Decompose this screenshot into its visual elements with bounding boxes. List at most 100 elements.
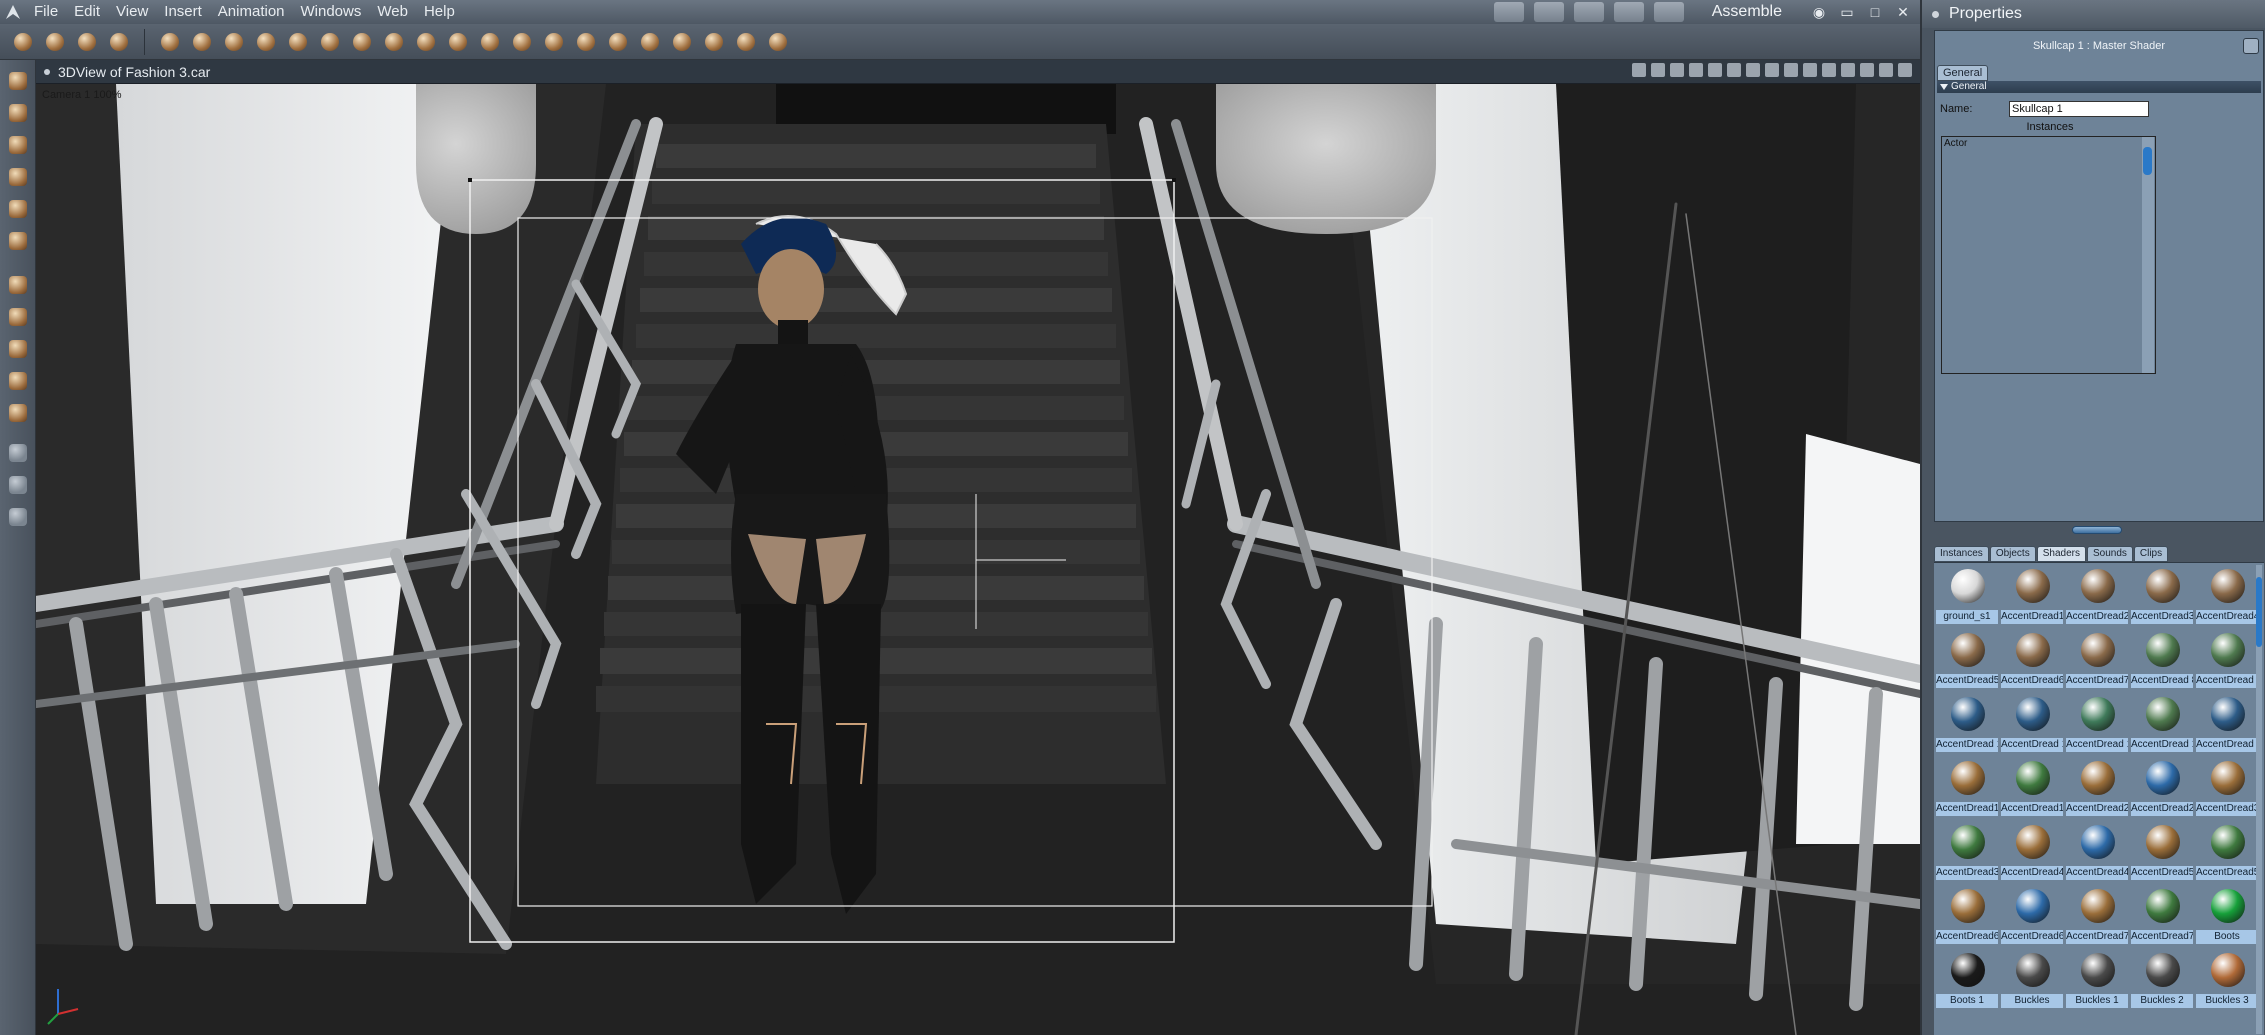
rotate-icon[interactable]: [5, 132, 31, 158]
light-icon[interactable]: [1803, 63, 1817, 77]
plane-icon[interactable]: [413, 29, 439, 55]
shader-item[interactable]: AccentDread21: [2066, 757, 2128, 819]
move-yz-icon[interactable]: [5, 336, 31, 362]
target-icon[interactable]: [733, 29, 759, 55]
menu-insert[interactable]: Insert: [156, 0, 210, 24]
menu-help[interactable]: Help: [416, 0, 463, 24]
shader-item[interactable]: AccentDread3: [2131, 565, 2193, 627]
tab-clips[interactable]: Clips: [2133, 546, 2169, 562]
layout-two-icon[interactable]: [1727, 63, 1741, 77]
panel-splitter[interactable]: [2072, 526, 2122, 534]
scroll-thumb[interactable]: [2256, 577, 2262, 647]
3d-viewport[interactable]: Camera 1 100%: [36, 84, 1920, 1035]
preview-render-icon[interactable]: [1898, 63, 1912, 77]
menu-animation[interactable]: Animation: [210, 0, 293, 24]
viewport-menu-icon[interactable]: [44, 68, 50, 75]
hand-icon[interactable]: [42, 29, 68, 55]
texture-shaded-icon[interactable]: [1879, 63, 1893, 77]
name-field[interactable]: [2009, 101, 2149, 117]
mesh-icon[interactable]: [509, 29, 535, 55]
shader-item[interactable]: AccentDread41: [2066, 821, 2128, 883]
paint-icon[interactable]: [5, 228, 31, 254]
layout-single-icon[interactable]: [1708, 63, 1722, 77]
network-icon[interactable]: [701, 29, 727, 55]
egg-icon[interactable]: [573, 29, 599, 55]
shader-item[interactable]: AccentDread71: [2131, 885, 2193, 947]
move-xy-icon[interactable]: [5, 272, 31, 298]
shader-item[interactable]: AccentDread31: [2196, 757, 2258, 819]
camera-icon[interactable]: [5, 440, 31, 466]
shader-item[interactable]: AccentDread7: [2066, 885, 2128, 947]
scroll-thumb[interactable]: [2143, 147, 2152, 175]
eye-icon[interactable]: ◉: [1810, 3, 1828, 21]
shader-item[interactable]: AccentDread51: [2196, 821, 2258, 883]
shader-item[interactable]: AccentDread 1: [2066, 693, 2128, 755]
shader-item[interactable]: AccentDread61: [1936, 885, 1998, 947]
shader-item[interactable]: AccentDread1: [2001, 565, 2063, 627]
camera-icon[interactable]: [1784, 63, 1798, 77]
shader-item[interactable]: AccentDread41: [2001, 821, 2063, 883]
shader-item[interactable]: Buckles 3: [2196, 949, 2258, 1011]
shader-item[interactable]: Buckles 1: [2066, 949, 2128, 1011]
panel-menu-icon[interactable]: [1932, 10, 1939, 18]
shader-item[interactable]: AccentDread4: [2196, 565, 2258, 627]
shader-item[interactable]: AccentDread31: [1936, 821, 1998, 883]
menu-windows[interactable]: Windows: [293, 0, 370, 24]
list-item[interactable]: Actor: [1944, 138, 2153, 149]
shader-item[interactable]: AccentDread6: [2001, 629, 2063, 691]
pencil-icon[interactable]: [5, 196, 31, 222]
shader-item[interactable]: ground_s1: [1936, 565, 1998, 627]
gear-icon[interactable]: [349, 29, 375, 55]
shader-item[interactable]: Buckles: [2001, 949, 2063, 1011]
shadow-icon[interactable]: [1670, 63, 1684, 77]
shader-item[interactable]: AccentDread 1: [2131, 693, 2193, 755]
key-icon[interactable]: [765, 29, 791, 55]
lathe-icon[interactable]: [253, 29, 279, 55]
tab-shaders[interactable]: Shaders: [2036, 546, 2086, 562]
universal-icon[interactable]: [5, 368, 31, 394]
shader-item[interactable]: AccentDread 8: [2131, 629, 2193, 691]
close-icon[interactable]: ✕: [1894, 3, 1912, 21]
hair-icon[interactable]: [669, 29, 695, 55]
shader-item[interactable]: AccentDread 1: [2001, 693, 2063, 755]
render-room-icon[interactable]: [1613, 2, 1644, 22]
shader-item[interactable]: AccentDread7: [2066, 629, 2128, 691]
menu-web[interactable]: Web: [369, 0, 416, 24]
smooth-shaded-icon[interactable]: [1860, 63, 1874, 77]
cylinder-icon[interactable]: [189, 29, 215, 55]
instances-list[interactable]: Actor: [1941, 136, 2156, 374]
pin-icon[interactable]: [2243, 38, 2259, 54]
tab-instances[interactable]: Instances: [1934, 546, 1989, 562]
layout-four-icon[interactable]: [1765, 63, 1779, 77]
ground-icon[interactable]: [1651, 63, 1665, 77]
select-icon[interactable]: [106, 29, 132, 55]
shader-item[interactable]: AccentDread 1: [2196, 693, 2258, 755]
shader-item[interactable]: AccentDread2: [2066, 565, 2128, 627]
shader-item[interactable]: Buckles 2: [2131, 949, 2193, 1011]
bulb-icon[interactable]: [637, 29, 663, 55]
tube-icon[interactable]: [445, 29, 471, 55]
shaders-room-icon[interactable]: [1573, 2, 1604, 22]
shader-item[interactable]: AccentDread61: [2001, 885, 2063, 947]
book-icon[interactable]: [5, 400, 31, 426]
tab-objects[interactable]: Objects: [1989, 546, 2036, 562]
flat-shaded-icon[interactable]: [1841, 63, 1855, 77]
shader-item[interactable]: AccentDread21: [2131, 757, 2193, 819]
grid-icon[interactable]: [1632, 63, 1646, 77]
layout-three-icon[interactable]: [1746, 63, 1760, 77]
content-room-icon[interactable]: [1653, 2, 1684, 22]
house-icon[interactable]: [541, 29, 567, 55]
twist-tool-icon[interactable]: [5, 164, 31, 190]
torus-icon[interactable]: [221, 29, 247, 55]
arrow-icon[interactable]: [5, 68, 31, 94]
sphere-icon[interactable]: [157, 29, 183, 55]
shader-item[interactable]: AccentDread11: [2001, 757, 2063, 819]
assemble-room-icon[interactable]: [1493, 2, 1524, 22]
instances-scrollbar[interactable]: [2142, 137, 2154, 373]
wireframe-icon[interactable]: [1822, 63, 1836, 77]
section-general[interactable]: General: [1937, 81, 2261, 93]
twist-icon[interactable]: [285, 29, 311, 55]
morph-icon[interactable]: [477, 29, 503, 55]
shader-item[interactable]: AccentDread5: [1936, 629, 1998, 691]
shader-item[interactable]: Boots: [2196, 885, 2258, 947]
